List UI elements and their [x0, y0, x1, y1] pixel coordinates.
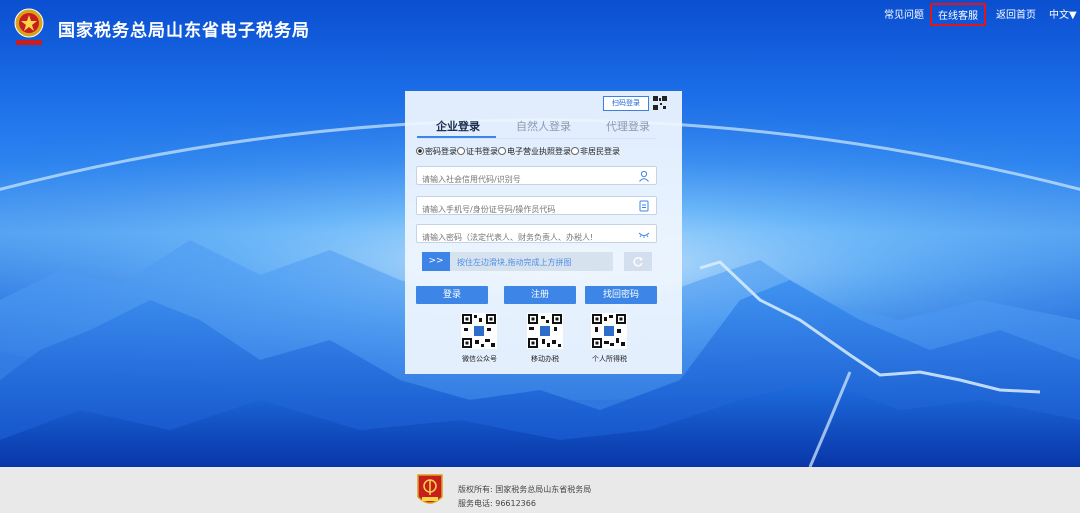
password-input[interactable]: [417, 229, 632, 246]
site-title: 国家税务总局山东省电子税务局: [58, 21, 310, 41]
tab-agent-login[interactable]: 代理登录: [606, 118, 650, 134]
online-service-link[interactable]: 在线客服: [930, 3, 986, 26]
mode-e-license[interactable]: 电子营业执照登录: [498, 147, 571, 156]
captcha-refresh-button[interactable]: [624, 252, 652, 271]
faq-link[interactable]: 常见问题: [884, 6, 924, 21]
wechat-qr-code: [461, 313, 497, 349]
qr-toggle-icon[interactable]: [653, 96, 667, 110]
credit-code-field: [416, 166, 657, 188]
user-icon: [639, 170, 649, 182]
personal-income-tax-qr-code: [591, 313, 627, 349]
id-number-input[interactable]: [417, 201, 632, 218]
forgot-password-button[interactable]: 找回密码: [585, 286, 657, 304]
credit-code-input[interactable]: [417, 171, 632, 188]
tab-enterprise-login[interactable]: 企业登录: [436, 118, 480, 134]
password-field: [416, 224, 657, 246]
mode-non-resident[interactable]: 非居民登录: [571, 147, 620, 156]
id-number-field: [416, 196, 657, 218]
language-selector[interactable]: 中文▼: [1049, 6, 1077, 21]
radio-icon[interactable]: [498, 147, 506, 155]
captcha-slider-hint: 按住左边滑块,拖动完成上方拼图: [457, 258, 572, 267]
login-button[interactable]: 登录: [416, 286, 488, 304]
wechat-qr-label: 微信公众号: [462, 355, 497, 363]
id-card-icon: [639, 200, 649, 212]
home-link[interactable]: 返回首页: [996, 6, 1036, 21]
tab-natural-person-login[interactable]: 自然人登录: [516, 118, 571, 134]
scan-login-button[interactable]: 扫码登录: [603, 96, 649, 111]
mobile-tax-qr-code: [527, 313, 563, 349]
top-bar: 国家税务总局山东省电子税务局 常见问题 在线客服 返回首页 中文▼: [0, 0, 1080, 50]
radio-icon[interactable]: [571, 147, 579, 155]
mode-password[interactable]: 密码登录: [416, 147, 457, 156]
refresh-icon: [633, 257, 643, 267]
footer-badge-icon: [417, 474, 443, 504]
tax-emblem-icon[interactable]: [11, 7, 47, 47]
personal-income-tax-qr-label: 个人所得税: [592, 355, 627, 363]
tab-divider: [417, 138, 657, 139]
footer-phone: 服务电话: 96612366: [458, 499, 536, 508]
eye-closed-icon[interactable]: [638, 228, 650, 240]
footer-copyright: 版权所有: 国家税务总局山东省税务局: [458, 485, 592, 494]
mode-certificate[interactable]: 证书登录: [457, 147, 498, 156]
captcha-slider-handle[interactable]: >>: [422, 252, 450, 271]
radio-selected-icon[interactable]: [416, 147, 424, 155]
mobile-tax-qr-label: 移动办税: [531, 355, 559, 363]
login-mode-group: 密码登录 证书登录 电子营业执照登录 非居民登录: [416, 146, 620, 157]
radio-icon[interactable]: [457, 147, 465, 155]
register-button[interactable]: 注册: [504, 286, 576, 304]
